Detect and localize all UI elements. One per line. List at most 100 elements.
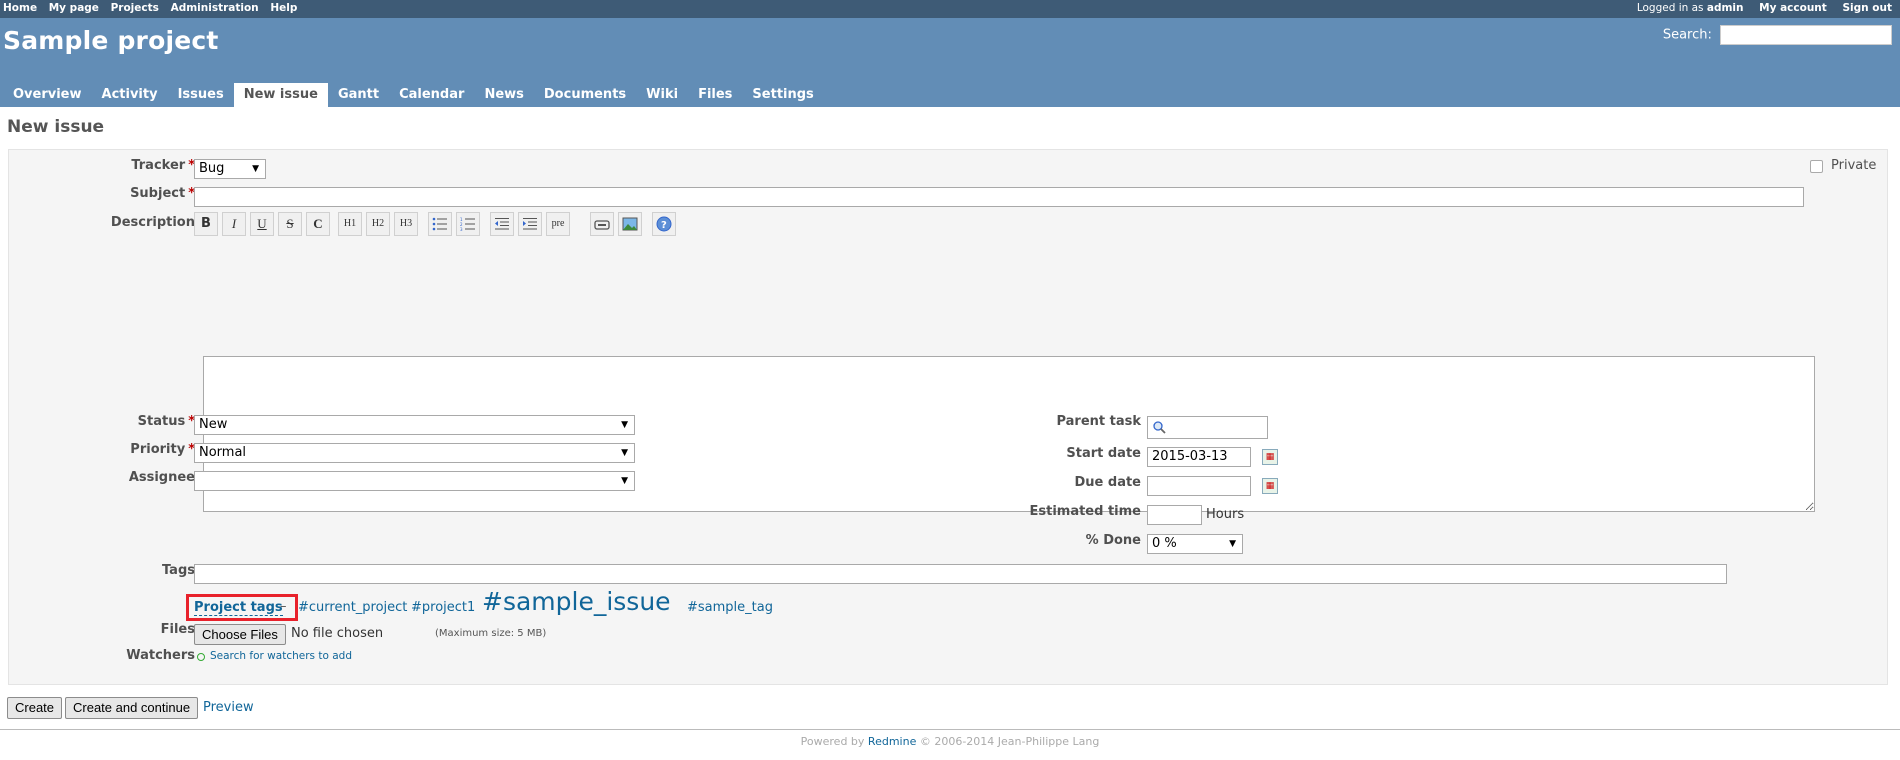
tab-calendar[interactable]: Calendar — [389, 83, 474, 106]
calendar-icon[interactable]: ▦ — [1262, 478, 1278, 494]
start-date-input[interactable]: 2015-03-13 — [1147, 447, 1251, 467]
priority-label-text: Priority — [130, 442, 186, 457]
indent-left-icon[interactable] — [490, 212, 514, 236]
code-button[interactable]: C — [306, 212, 330, 236]
hours-label: Hours — [1206, 507, 1245, 522]
project-tags-dash: – — [280, 599, 287, 614]
estimated-time-label: Estimated time — [1029, 504, 1141, 519]
top-menu-help[interactable]: Help — [270, 2, 297, 14]
chevron-down-icon: ▼ — [621, 448, 628, 458]
chevron-down-icon: ▼ — [252, 164, 259, 174]
tab-settings[interactable]: Settings — [742, 83, 823, 106]
tags-input[interactable] — [194, 564, 1727, 584]
tab-new-issue[interactable]: New issue — [233, 83, 328, 107]
main-menu: Overview Activity Issues New issue Gantt… — [3, 83, 824, 107]
create-and-continue-button[interactable]: Create and continue — [65, 697, 199, 719]
bold-button[interactable]: B — [194, 212, 218, 236]
top-menu-right: Logged in as admin My account Sign out — [1625, 2, 1892, 14]
tag-project1[interactable]: #project1 — [411, 600, 475, 615]
status-select[interactable]: New ▼ — [194, 415, 635, 435]
tag-current-project[interactable]: #current_project — [298, 600, 407, 615]
tab-news[interactable]: News — [474, 83, 533, 106]
subject-input[interactable] — [194, 187, 1804, 207]
tag-sample-tag[interactable]: #sample_tag — [687, 600, 773, 615]
priority-select[interactable]: Normal ▼ — [194, 443, 635, 463]
logged-in-prefix: Logged in as — [1636, 2, 1704, 14]
issue-form-box: Tracker * Bug ▼ Private Subject * Descript… — [8, 149, 1888, 685]
search-input[interactable] — [1720, 25, 1892, 45]
top-menu-projects[interactable]: Projects — [111, 2, 159, 14]
assignee-select[interactable]: ▼ — [194, 471, 635, 491]
file-status: No file chosen — [291, 626, 384, 641]
indent-right-icon[interactable] — [518, 212, 542, 236]
logged-in-as: Logged in as admin — [1625, 2, 1744, 14]
redmine-link[interactable]: Redmine — [868, 735, 916, 748]
heading1-button[interactable]: H1 — [338, 212, 362, 236]
due-date-input[interactable] — [1147, 476, 1251, 496]
preview-link[interactable]: Preview — [203, 700, 254, 715]
subject-label-text: Subject — [130, 186, 186, 201]
estimated-time-input[interactable] — [1147, 505, 1202, 525]
footer: Powered by Redmine © 2006-2014 Jean-Phil… — [0, 729, 1900, 748]
ordered-list-icon[interactable]: 123 — [456, 212, 480, 236]
content: New issue Tracker * Bug ▼ Private Subject… — [0, 107, 1900, 729]
private-checkbox[interactable] — [1810, 160, 1823, 173]
underline-button[interactable]: U — [250, 212, 274, 236]
logged-in-user[interactable]: admin — [1707, 2, 1744, 14]
top-menu-left: Home My page Projects Administration Hel… — [3, 2, 305, 14]
tag-sample-issue[interactable]: #sample_issue — [482, 587, 671, 616]
top-menu-administration[interactable]: Administration — [171, 2, 259, 14]
description-label: Description — [110, 215, 195, 230]
header: Sample project Search: Overview Activity… — [0, 18, 1900, 107]
top-menu-my-page[interactable]: My page — [49, 2, 99, 14]
help-icon[interactable]: ? — [652, 212, 676, 236]
subject-label: Subject * — [69, 186, 195, 201]
link-icon[interactable] — [590, 212, 614, 236]
watchers-label: Watchers — [126, 648, 195, 663]
priority-label: Priority * — [69, 442, 195, 457]
chevron-down-icon: ▼ — [621, 420, 628, 430]
project-tags-toggle[interactable]: Project tags — [194, 600, 283, 616]
tab-activity[interactable]: Activity — [92, 83, 168, 106]
tracker-label: Tracker * — [69, 158, 195, 173]
tab-overview[interactable]: Overview — [3, 83, 92, 106]
project-title[interactable]: Sample project — [3, 26, 219, 55]
create-button[interactable]: Create — [7, 697, 63, 719]
status-value: New — [199, 417, 228, 432]
done-ratio-value: 0 % — [1152, 536, 1177, 551]
unordered-list-icon[interactable] — [428, 212, 452, 236]
my-account-link[interactable]: My account — [1759, 2, 1827, 14]
files-label: Files — [160, 622, 195, 637]
tab-documents[interactable]: Documents — [534, 83, 636, 106]
tab-files[interactable]: Files — [688, 83, 742, 106]
done-ratio-select[interactable]: 0 % ▼ — [1147, 534, 1243, 554]
quick-search: Search: — [1663, 25, 1892, 45]
sign-out-link[interactable]: Sign out — [1842, 2, 1892, 14]
priority-value: Normal — [199, 445, 247, 460]
tab-wiki[interactable]: Wiki — [636, 83, 688, 106]
due-date-label: Due date — [1074, 475, 1142, 490]
preformatted-button[interactable]: pre — [546, 212, 570, 236]
footer-prefix: Powered by — [800, 735, 865, 748]
chevron-down-icon: ▼ — [1229, 539, 1236, 549]
parent-task-input[interactable] — [1147, 416, 1268, 439]
image-icon[interactable] — [618, 212, 642, 236]
add-icon — [197, 653, 205, 661]
strike-button[interactable]: S — [278, 212, 302, 236]
max-size-note: (Maximum size: 5 MB) — [435, 628, 547, 639]
chevron-down-icon: ▼ — [621, 476, 628, 486]
top-menu-home[interactable]: Home — [3, 2, 37, 14]
heading2-button[interactable]: H2 — [366, 212, 390, 236]
calendar-icon[interactable]: ▦ — [1262, 449, 1278, 465]
tab-gantt[interactable]: Gantt — [328, 83, 389, 106]
choose-files-button[interactable]: Choose Files — [194, 624, 286, 645]
tab-issues[interactable]: Issues — [168, 83, 234, 106]
search-watchers-link[interactable]: Search for watchers to add — [210, 650, 352, 662]
heading3-button[interactable]: H3 — [394, 212, 418, 236]
page-title: New issue — [7, 117, 105, 137]
italic-button[interactable]: I — [222, 212, 246, 236]
tracker-select[interactable]: Bug ▼ — [194, 159, 266, 179]
footer-suffix: © 2006-2014 Jean-Philippe Lang — [919, 735, 1100, 748]
top-menu: Home My page Projects Administration Hel… — [0, 0, 1900, 18]
status-label-text: Status — [137, 414, 186, 429]
